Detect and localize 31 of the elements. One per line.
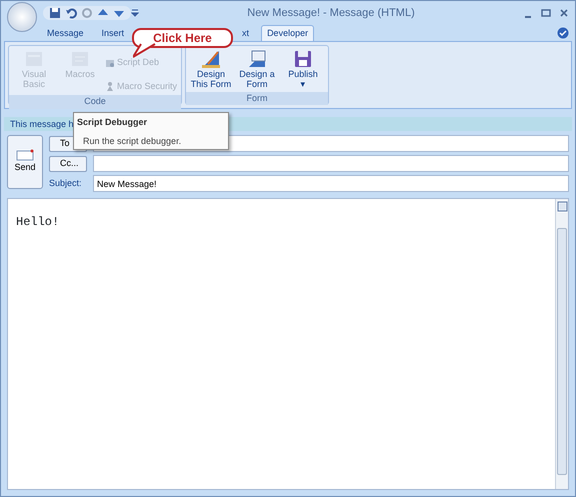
ribbon-tab[interactable]: Insert [96,24,130,41]
scrollbar[interactable] [555,199,568,489]
ribbon-button[interactable]: Design a Form [236,48,278,90]
office-button[interactable] [7,2,37,32]
callout-tail [133,43,157,59]
group-label: Code [9,95,182,108]
input-field[interactable]: New Message! [93,175,569,192]
message-body-text: Hello! [15,214,60,231]
group-label: Form [186,92,328,106]
field-label: Subject: [49,176,83,190]
debugger-icon [105,58,115,68]
customize-icon[interactable] [131,8,139,18]
help-icon[interactable] [557,27,569,39]
window-title: New Message! - Message (HTML) [246,6,416,21]
save-icon[interactable] [49,7,61,19]
ruler-toggle-icon[interactable] [557,201,568,212]
ribbon-button[interactable]: Publish ▾ [282,48,324,90]
close-icon[interactable] [559,8,569,18]
ribbon-button[interactable]: Design This Form [190,48,232,90]
restore-icon[interactable] [541,8,551,18]
person-icon [105,81,115,92]
address-button[interactable]: Cc... [49,156,87,172]
ribbon-tab[interactable]: Developer [261,24,314,41]
undo-icon[interactable] [65,7,77,19]
scrollbar-thumb[interactable] [557,228,567,475]
envelope-icon [16,149,34,162]
ribbon-tab[interactable]: xt [236,24,256,41]
send-button[interactable]: Send [7,135,43,189]
tooltip-title: Script Debugger [77,116,148,129]
input-field[interactable] [93,155,569,172]
ribbon-tab[interactable]: Message [41,24,90,41]
